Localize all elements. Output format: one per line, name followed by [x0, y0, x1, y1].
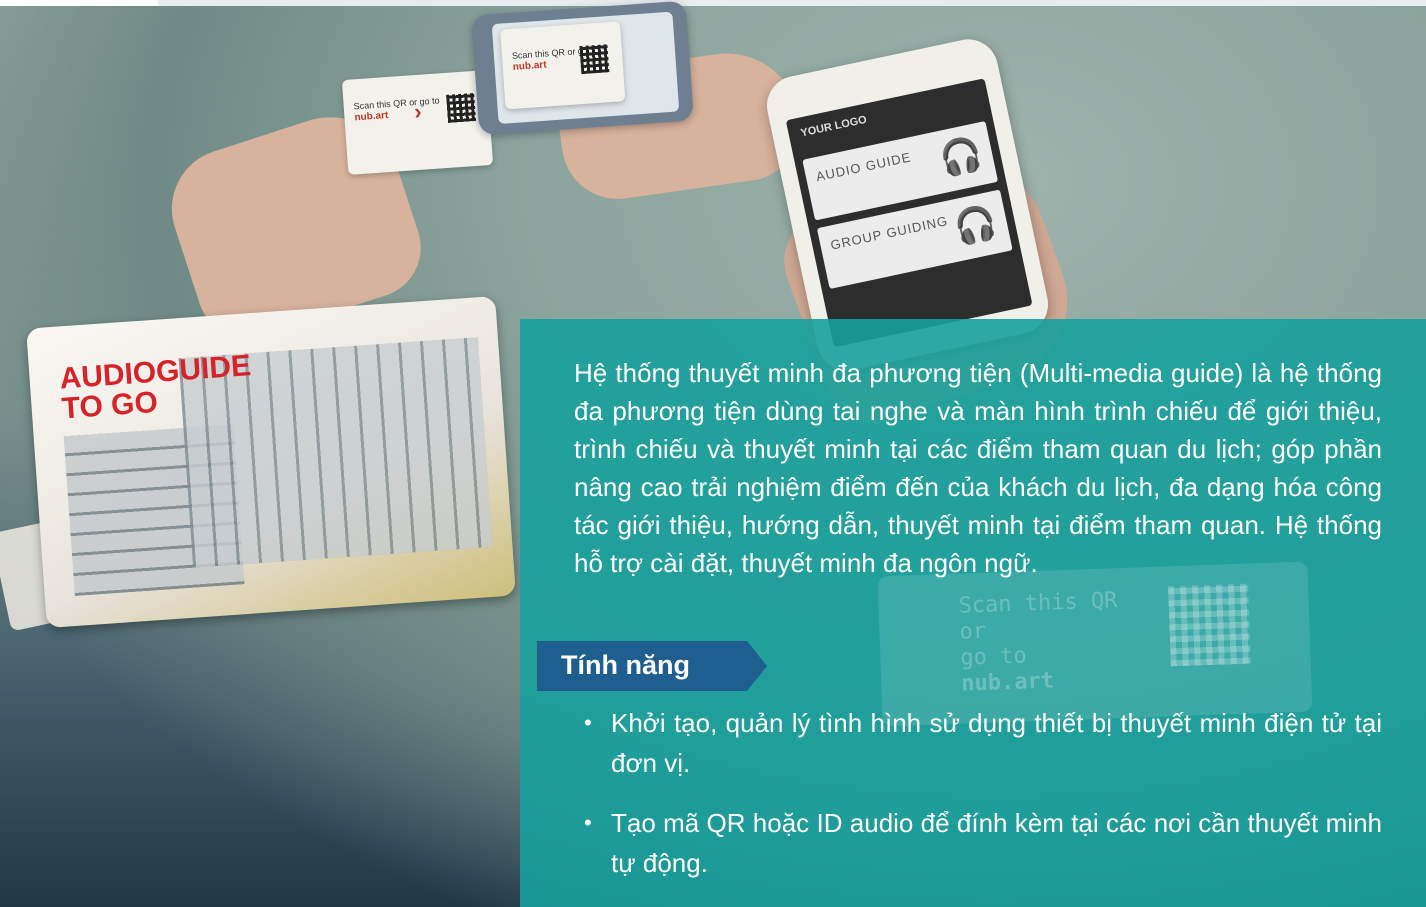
list-item: • Khởi tạo, quản lý tình hình sử dụng thi…: [580, 703, 1382, 783]
camera-phone: Scan this QR or go to nub.art: [471, 0, 694, 136]
features-heading-label: Tính năng: [561, 650, 690, 680]
headphones-icon: 🎧: [936, 133, 986, 180]
features-list: • Khởi tạo, quản lý tình hình sử dụng thi…: [580, 703, 1382, 903]
qr-code-icon: [579, 44, 610, 75]
bullet-icon: •: [584, 710, 592, 735]
qr-code-icon: [446, 92, 477, 123]
info-panel: Scan this QR or go to nub.art Hệ thống thuy…: [520, 319, 1426, 907]
qr-code-icon: [1168, 583, 1251, 667]
features-heading: Tính năng: [537, 641, 767, 691]
qr-card-on-screen: Scan this QR or go to nub.art: [500, 21, 626, 110]
list-item: • Tạo mã QR hoặc ID audio để đính kèm tại…: [580, 803, 1382, 883]
bullet-icon: •: [584, 810, 592, 835]
ghost-qr-card: Scan this QR or go to nub.art: [877, 561, 1313, 727]
top-strip: [0, 0, 1426, 6]
headphones-icon: 🎧: [950, 202, 1001, 249]
qr-card-small: Scan this QR or go to nub.art ›: [341, 70, 494, 175]
audioguide-card: AUDIOGUIDE TO GO: [26, 295, 516, 629]
description-text: Hệ thống thuyết minh đa phương tiện (Mul…: [574, 358, 1382, 578]
phone-logo: YOUR LOGO: [799, 113, 868, 140]
